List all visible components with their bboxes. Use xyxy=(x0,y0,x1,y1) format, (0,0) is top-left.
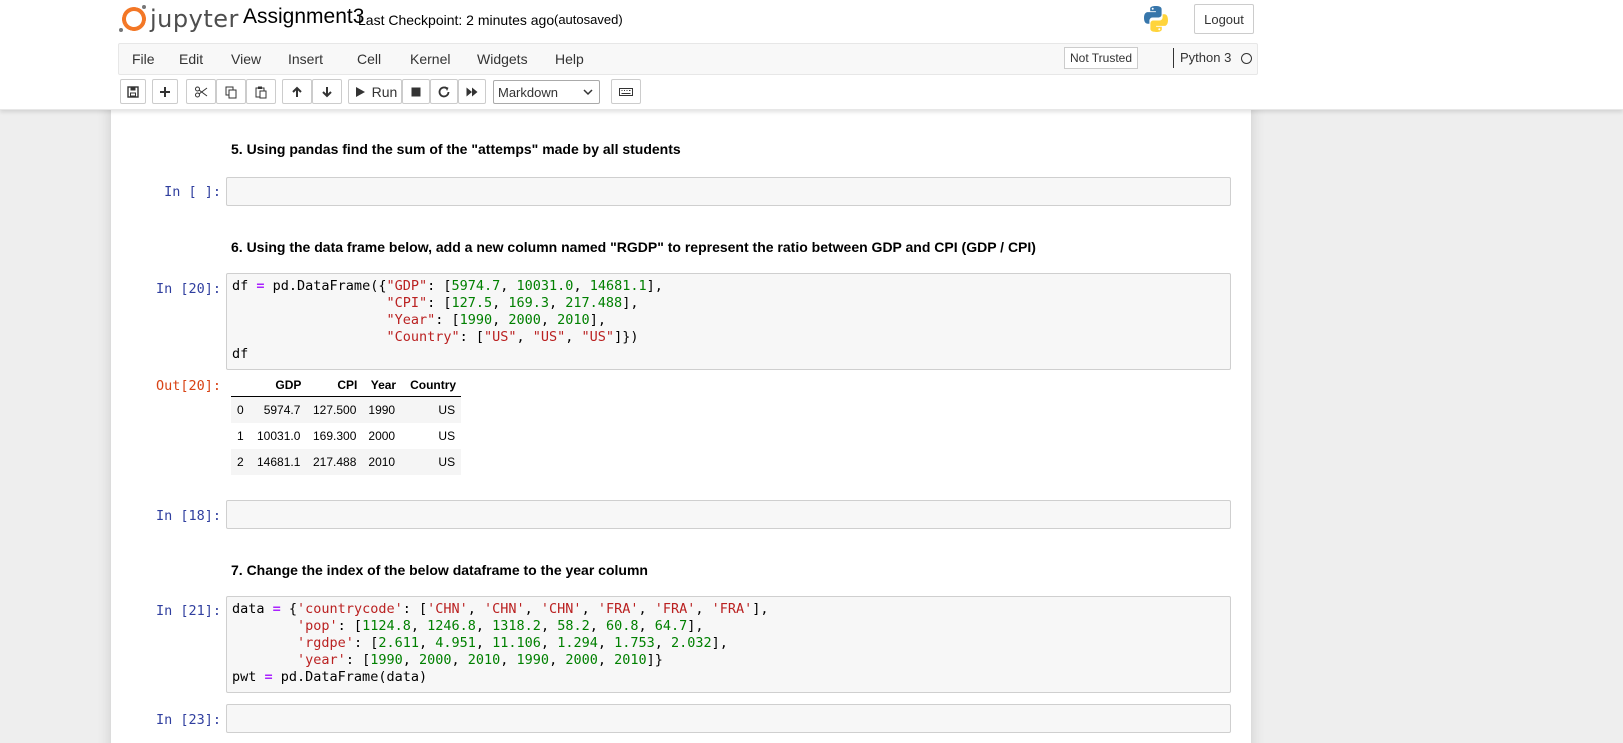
menu-widgets[interactable]: Widgets xyxy=(477,51,528,67)
table-row: 2 14681.1 217.488 2010 US xyxy=(231,448,462,475)
output-prompt: Out[20]: xyxy=(155,378,221,394)
table-header: Country xyxy=(401,374,462,397)
cell-type-value: Markdown xyxy=(498,84,558,100)
kernel-name[interactable]: Python 3 xyxy=(1180,50,1231,65)
table-cell: 1990 xyxy=(362,396,402,423)
notebook-name[interactable]: Assignment3 xyxy=(243,5,364,29)
kernel-divider xyxy=(1173,48,1174,68)
code-block: data = {'countrycode': ['CHN', 'CHN', 'C… xyxy=(232,601,769,685)
restart-icon xyxy=(438,86,450,97)
input-prompt: In [18]: xyxy=(155,508,221,524)
interrupt-button[interactable] xyxy=(402,79,430,104)
table-cell: 10031.0 xyxy=(257,428,301,443)
logo-text: jupyter xyxy=(150,5,239,33)
jupyter-logo[interactable]: jupyter xyxy=(119,4,239,34)
jupyter-logo-icon xyxy=(119,4,149,34)
menu-cell[interactable]: Cell xyxy=(357,51,381,67)
arrow-down-icon xyxy=(322,86,332,97)
table-cell: 127.500 xyxy=(306,396,363,423)
table-header xyxy=(231,374,251,397)
kernel-idle-icon xyxy=(1241,53,1252,64)
menu-insert[interactable]: Insert xyxy=(288,51,323,67)
notebook-header: jupyter Assignment3 Last Checkpoint: 2 m… xyxy=(0,0,1623,110)
plus-icon xyxy=(160,86,170,97)
code-cell-input[interactable] xyxy=(226,704,1231,733)
table-cell: 5974.7 xyxy=(251,396,307,423)
code-cell-input[interactable]: data = {'countrycode': ['CHN', 'CHN', 'C… xyxy=(226,596,1231,693)
table-cell: 2010 xyxy=(362,448,402,475)
code-block: df = pd.DataFrame({"GDP": [5974.7, 10031… xyxy=(232,278,663,362)
logout-button[interactable]: Logout xyxy=(1194,4,1254,34)
table-cell: 2 xyxy=(231,448,251,475)
copy-button[interactable] xyxy=(216,79,246,104)
table-header: CPI xyxy=(306,374,363,397)
table-cell: 217.488 xyxy=(306,448,363,475)
menu-help[interactable]: Help xyxy=(555,51,584,67)
table-cell: 169.300 xyxy=(313,428,357,443)
paste-icon xyxy=(255,86,267,98)
table-header: GDP xyxy=(251,374,307,397)
play-icon xyxy=(355,86,365,97)
chevron-down-icon xyxy=(583,89,593,96)
table-row: 1 10031.0 169.300 2000 US xyxy=(231,423,461,449)
command-palette-button[interactable] xyxy=(611,79,641,104)
menu-file[interactable]: File xyxy=(132,51,155,67)
table-header-row: GDP CPI Year Country xyxy=(231,374,462,397)
table-cell: 0 xyxy=(231,396,251,423)
table-cell: US xyxy=(401,448,462,475)
menu-edit[interactable]: Edit xyxy=(179,51,203,67)
dataframe-table: GDP CPI Year Country 0 5974.7 127.500 19… xyxy=(231,374,462,475)
table-cell: US xyxy=(438,428,456,443)
table-header: Year xyxy=(362,374,402,397)
input-prompt: In [ ]: xyxy=(164,184,221,200)
restart-run-all-button[interactable] xyxy=(458,79,486,104)
trust-indicator[interactable]: Not Trusted xyxy=(1064,47,1138,69)
keyboard-icon xyxy=(619,87,633,96)
python-logo-icon xyxy=(1144,6,1168,32)
markdown-cell-q6[interactable]: 6. Using the data frame below, add a new… xyxy=(231,239,1036,255)
table-cell: US xyxy=(401,396,462,423)
notebook-container: 5. Using pandas find the sum of the "att… xyxy=(111,98,1251,743)
fast-forward-icon xyxy=(466,87,478,96)
cell-type-select[interactable]: Markdown xyxy=(493,80,600,104)
table-cell: 2000 xyxy=(368,428,396,443)
stop-icon xyxy=(411,87,421,96)
save-icon xyxy=(127,85,139,98)
input-prompt: In [21]: xyxy=(155,603,221,619)
table-cell: 14681.1 xyxy=(251,448,307,475)
paste-button[interactable] xyxy=(246,79,276,104)
copy-icon xyxy=(225,86,237,98)
cut-icon xyxy=(195,86,208,97)
move-down-button[interactable] xyxy=(312,79,342,104)
checkpoint-status: Last Checkpoint: 2 minutes ago xyxy=(358,12,555,28)
markdown-cell-q7[interactable]: 7. Change the index of the below datafra… xyxy=(231,562,648,578)
code-cell-input[interactable]: df = pd.DataFrame({"GDP": [5974.7, 10031… xyxy=(226,273,1231,370)
arrow-up-icon xyxy=(292,86,302,97)
run-button[interactable]: Run xyxy=(348,79,402,104)
input-prompt: In [23]: xyxy=(155,712,221,728)
restart-button[interactable] xyxy=(430,79,458,104)
run-label: Run xyxy=(371,83,398,100)
markdown-cell-q5[interactable]: 5. Using pandas find the sum of the "att… xyxy=(231,141,681,157)
save-button[interactable] xyxy=(120,79,146,104)
cut-button[interactable] xyxy=(186,79,216,104)
code-cell-input[interactable] xyxy=(226,500,1231,529)
menu-kernel[interactable]: Kernel xyxy=(410,51,450,67)
table-row: 0 5974.7 127.500 1990 US xyxy=(231,396,462,423)
input-prompt: In [20]: xyxy=(155,281,221,297)
table-cell: 1 xyxy=(237,428,244,443)
insert-cell-button[interactable] xyxy=(152,79,178,104)
code-cell-input[interactable] xyxy=(226,177,1231,206)
autosave-status: (autosaved) xyxy=(554,12,623,27)
move-up-button[interactable] xyxy=(282,79,312,104)
menu-view[interactable]: View xyxy=(231,51,261,67)
